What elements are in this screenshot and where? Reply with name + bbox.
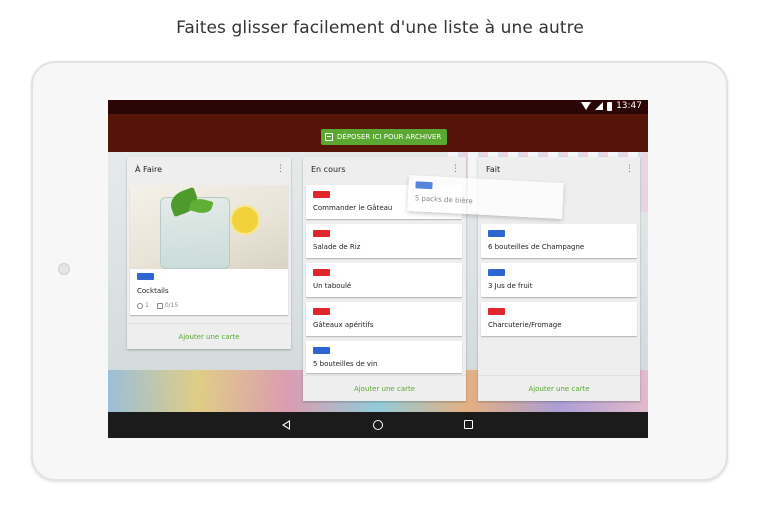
card-label-blue — [137, 273, 154, 280]
card-label-blue — [415, 181, 433, 190]
status-time: 13:47 — [616, 101, 642, 111]
lemon-slice — [230, 205, 260, 235]
card-title: Gâteaux apéritifs — [313, 321, 374, 329]
add-card-button[interactable]: Ajouter une carte — [303, 375, 466, 401]
card-bouteilles-champagne[interactable]: 6 bouteilles de Champagne — [481, 224, 637, 258]
list-menu-icon[interactable]: ⋮ — [451, 164, 460, 174]
list-title: À Faire — [135, 164, 163, 174]
card-label-red — [313, 269, 330, 276]
list-title: En cours — [311, 164, 346, 174]
card-title: Salade de Riz — [313, 243, 361, 251]
card-gateaux-aperitifs[interactable]: Gâteaux apéritifs — [306, 302, 462, 336]
card-label-blue — [488, 269, 505, 276]
card-title: Commander le Gâteau — [313, 204, 393, 212]
card-title: Charcuterie/Fromage — [488, 321, 562, 329]
card-label-blue — [313, 347, 330, 354]
card-taboule[interactable]: Un taboulé — [306, 263, 462, 297]
card-title: Un taboulé — [313, 282, 352, 290]
card-badges: 1 0/15 — [137, 302, 178, 309]
list-a-faire: À Faire ⋮ Cocktails 1 0/15 Ajouter une c… — [127, 157, 291, 349]
checklist-badge: 0/15 — [156, 302, 179, 309]
list-title: Fait — [486, 164, 501, 174]
card-jus-de-fruit[interactable]: 3 Jus de fruit — [481, 263, 637, 297]
board-top-bar: DÉPOSER ICI POUR ARCHIVER — [108, 114, 648, 152]
device-screen: 13:47 DÉPOSER ICI POUR ARCHIVER À Faire … — [108, 100, 648, 438]
card-charcuterie-fromage[interactable]: Charcuterie/Fromage — [481, 302, 637, 336]
card-title: Cocktails — [137, 287, 169, 295]
card-label-red — [313, 308, 330, 315]
archive-drop-zone[interactable]: DÉPOSER ICI POUR ARCHIVER — [321, 129, 448, 145]
checklist-count: 0/15 — [164, 302, 179, 309]
card-label-red — [313, 191, 330, 198]
card-salade-riz[interactable]: Salade de Riz — [306, 224, 462, 258]
list-header: Fait ⋮ — [478, 157, 640, 181]
list-menu-icon[interactable]: ⋮ — [625, 164, 634, 174]
checklist-icon — [156, 302, 163, 309]
attachment-icon — [137, 302, 143, 309]
back-icon[interactable] — [282, 420, 290, 430]
signal-icon — [595, 102, 604, 110]
card-title: 5 bouteilles de vin — [313, 360, 378, 368]
card-label-red — [488, 308, 505, 315]
card-bouteilles-vin[interactable]: 5 bouteilles de vin — [306, 341, 462, 373]
archive-drop-label: DÉPOSER ICI POUR ARCHIVER — [337, 133, 442, 141]
card-cocktails[interactable]: Cocktails 1 0/15 — [130, 185, 288, 315]
add-card-button[interactable]: Ajouter une carte — [127, 323, 291, 349]
headline: Faites glisser facilement d'une liste à … — [176, 18, 584, 38]
list-header: À Faire ⋮ — [127, 157, 291, 181]
card-label-red — [313, 230, 330, 237]
card-title: 3 Jus de fruit — [488, 282, 533, 290]
lemonade-photo — [130, 185, 288, 269]
recent-apps-icon[interactable] — [464, 420, 473, 429]
wifi-icon — [581, 102, 592, 110]
attachment-badge: 1 — [137, 302, 149, 309]
tablet-home-button — [58, 263, 70, 275]
attachment-count: 1 — [145, 302, 149, 309]
card-title: 6 bouteilles de Champagne — [488, 243, 585, 251]
card-label-blue — [488, 230, 505, 237]
android-nav-bar — [108, 412, 648, 438]
status-bar: 13:47 — [108, 100, 648, 114]
add-card-button[interactable]: Ajouter une carte — [478, 375, 640, 401]
battery-icon — [607, 101, 613, 111]
home-icon[interactable] — [373, 420, 383, 430]
archive-icon — [325, 133, 333, 141]
card-title: 5 packs de bière — [414, 194, 473, 206]
list-menu-icon[interactable]: ⋮ — [276, 164, 285, 174]
